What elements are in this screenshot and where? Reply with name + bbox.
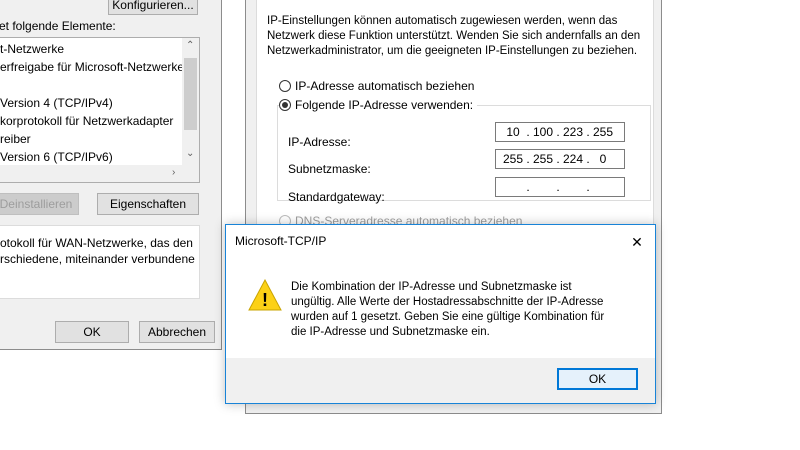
warning-symbol: ! — [262, 290, 268, 310]
radio-auto-ip[interactable]: IP-Adresse automatisch beziehen — [279, 79, 474, 93]
vertical-scrollbar[interactable]: ⌃ ⌄ — [182, 38, 199, 166]
scroll-down-icon[interactable]: ⌄ — [186, 148, 194, 159]
ip-address-input[interactable]: 10 . 100 . 223 . 255 — [495, 122, 625, 142]
info-line: Netzwerk diese Funktion unterstützt. Wen… — [267, 30, 641, 42]
subnet-mask-input[interactable]: 255 . 255 . 224 . 0 — [495, 149, 625, 169]
radio-auto-ip-label: IP-Adresse automatisch beziehen — [295, 79, 475, 93]
scroll-up-icon[interactable]: ⌃ — [186, 40, 194, 51]
close-icon[interactable]: ✕ — [624, 231, 650, 253]
message-line: die IP-Adresse und Subnetzmaske ein. — [291, 326, 490, 338]
octet-separator: . — [556, 180, 560, 194]
radio-selected-icon[interactable] — [279, 99, 291, 111]
list-item[interactable]: t-Netzwerke — [0, 42, 64, 56]
horizontal-scrollbar[interactable]: › — [0, 165, 199, 182]
default-gateway-input[interactable]: . . . — [495, 177, 625, 197]
subnet-octet: 224 — [562, 152, 584, 166]
octet-separator: . — [556, 152, 560, 166]
components-list[interactable]: t-Netzwerke erfreigabe für Microsoft-Net… — [0, 37, 200, 183]
info-line: IP-Einstellungen können automatisch zuge… — [267, 15, 618, 27]
default-gateway-label: Standardgateway: — [288, 190, 385, 204]
elements-label: et folgende Elemente: — [0, 19, 116, 33]
network-properties-dialog: Konfigurieren... et folgende Elemente: t… — [0, 0, 222, 350]
message-line: wurden auf 1 gesetzt. Geben Sie eine gül… — [291, 311, 605, 323]
ok-button[interactable]: OK — [557, 368, 638, 390]
octet-separator: . — [586, 180, 590, 194]
list-item[interactable]: korprotokoll für Netzwerkadapter — [0, 114, 173, 128]
scroll-right-icon[interactable]: › — [172, 167, 175, 178]
message-text: Die Kombination der IP-Adresse und Subne… — [291, 280, 604, 340]
ip-octet: 10 — [506, 125, 520, 139]
message-box-footer: OK — [226, 358, 655, 403]
subnet-octet: 255 — [532, 152, 554, 166]
info-text: IP-Einstellungen können automatisch zuge… — [267, 14, 640, 59]
ip-address-group: IP-Adresse: 10 . 100 . 223 . 255 Subnetz… — [277, 105, 651, 204]
list-item[interactable]: Version 6 (TCP/IPv6) — [0, 150, 113, 164]
scrollbar-thumb[interactable] — [184, 58, 197, 130]
cancel-button[interactable]: Abbrechen — [139, 321, 215, 343]
octet-separator: . — [586, 125, 590, 139]
ip-octet: 100 — [532, 125, 554, 139]
ip-address-label: IP-Adresse: — [288, 135, 351, 149]
octet-separator: . — [556, 125, 560, 139]
uninstall-button[interactable]: Deinstallieren — [0, 193, 79, 215]
octet-separator: . — [526, 152, 530, 166]
radio-icon[interactable] — [279, 80, 291, 92]
description-line: rschiedene, miteinander verbundene — [0, 252, 195, 266]
ip-octet: 223 — [562, 125, 584, 139]
message-line: ungültig. Alle Werte der Hostadressabsch… — [291, 296, 604, 308]
message-line: Die Kombination der IP-Adresse und Subne… — [291, 281, 572, 293]
octet-separator: . — [526, 125, 530, 139]
subnet-octet: 0 — [599, 152, 607, 166]
ok-button[interactable]: OK — [55, 321, 129, 343]
octet-separator: . — [526, 180, 530, 194]
radio-manual-ip-label: Folgende IP-Adresse verwenden: — [295, 98, 474, 112]
properties-button[interactable]: Eigenschaften — [97, 193, 199, 215]
ip-octet: 255 — [592, 125, 614, 139]
error-message-box: Microsoft-TCP/IP ✕ ! Die Kombination der… — [225, 224, 656, 404]
info-line: Netzwerkadministrator, um die geeigneten… — [267, 45, 638, 57]
list-item[interactable]: reiber — [0, 132, 31, 146]
description-line: otokoll für WAN-Netzwerke, das den — [0, 236, 193, 250]
list-item[interactable]: Version 4 (TCP/IPv4) — [0, 96, 113, 110]
octet-separator: . — [586, 152, 590, 166]
list-item[interactable]: erfreigabe für Microsoft-Netzwerke — [0, 60, 184, 74]
warning-icon: ! — [248, 279, 282, 311]
radio-manual-ip[interactable]: Folgende IP-Adresse verwenden: — [279, 98, 478, 112]
subnet-mask-label: Subnetzmaske: — [288, 162, 371, 176]
configure-button[interactable]: Konfigurieren... — [108, 0, 198, 15]
subnet-octet: 255 — [502, 152, 524, 166]
message-box-title: Microsoft-TCP/IP — [235, 234, 327, 248]
component-description: otokoll für WAN-Netzwerke, das den rschi… — [0, 225, 200, 299]
